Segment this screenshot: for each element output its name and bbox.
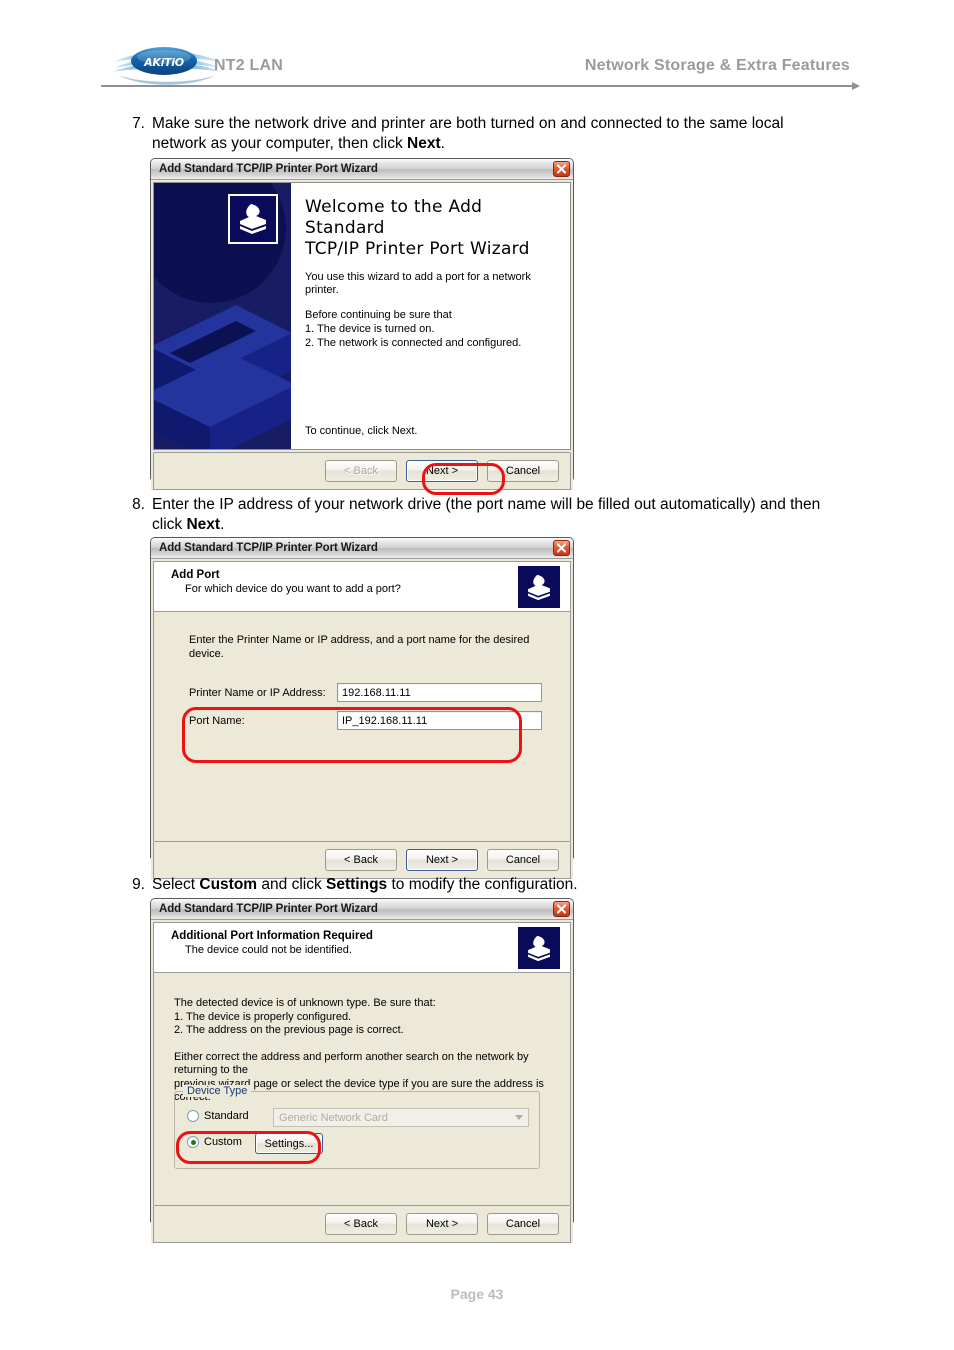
chevron-down-icon[interactable] (511, 1110, 527, 1125)
device-type-label: Device Type (183, 1085, 252, 1097)
close-icon[interactable] (553, 161, 570, 177)
dialog1-title: Add Standard TCP/IP Printer Port Wizard (159, 163, 378, 175)
radio-standard-icon[interactable] (187, 1110, 199, 1122)
dialog2-title: Add Standard TCP/IP Printer Port Wizard (159, 542, 378, 554)
port-name-label: Port Name: (189, 714, 245, 727)
step-9-text: Select Custom and click Settings to modi… (152, 876, 578, 893)
port-name-input[interactable]: IP_192.168.11.11 (337, 711, 542, 730)
dialog1-button-bar: < Back Next > Cancel (153, 452, 571, 490)
close-icon[interactable] (553, 901, 570, 917)
cancel-button[interactable]: Cancel (487, 1213, 559, 1235)
step-9: 9. Select Custom and click Settings to m… (115, 875, 845, 895)
device-type-select[interactable]: Generic Network Card (273, 1108, 529, 1127)
step-8: 8. Enter the IP address of your network … (115, 495, 845, 535)
standard-radio-row[interactable]: Standard (187, 1110, 287, 1122)
custom-label: Custom (204, 1136, 242, 1148)
printer-address-row: Printer Name or IP Address: 192.168.11.1… (189, 683, 542, 702)
welcome-heading: Welcome to the Add Standard TCP/IP Print… (305, 197, 530, 259)
product-name: NT2 LAN (214, 57, 283, 74)
dialog3-button-bar: < Back Next > Cancel (153, 1205, 571, 1243)
header-divider (101, 82, 860, 90)
welcome-artwork (154, 183, 291, 449)
back-button[interactable]: < Back (325, 849, 397, 871)
printer-icon (518, 927, 560, 969)
welcome-continue: To continue, click Next. (305, 425, 418, 437)
dialog3-band-heading: Additional Port Information Required (171, 930, 373, 942)
radio-custom-icon[interactable] (187, 1136, 199, 1148)
dialog2-body: Add Port For which device do you want to… (151, 561, 573, 879)
port-name-row: Port Name: IP_192.168.11.11 (189, 711, 542, 730)
dialog3-title-bar[interactable]: Add Standard TCP/IP Printer Port Wizard (151, 899, 573, 920)
section-title: Network Storage & Extra Features (584, 57, 850, 74)
welcome-text: Welcome to the Add Standard TCP/IP Print… (291, 183, 570, 449)
dialog2-band-heading: Add Port (171, 569, 220, 581)
akitio-logo: AKiTiO (112, 44, 222, 90)
dialog2-instruction: Enter the Printer Name or IP address, an… (189, 634, 530, 660)
dialog2-button-bar: < Back Next > Cancel (153, 841, 571, 879)
printer-icon (518, 566, 560, 608)
dialog-additional-port-info[interactable]: Add Standard TCP/IP Printer Port Wizard … (150, 898, 574, 1243)
standard-label: Standard (204, 1110, 249, 1122)
svg-text:AKiTiO: AKiTiO (143, 56, 184, 69)
dialog-add-port[interactable]: Add Standard TCP/IP Printer Port Wizard … (150, 537, 574, 879)
dialog2-band-sub: For which device do you want to add a po… (185, 583, 401, 595)
dialog1-body: Welcome to the Add Standard TCP/IP Print… (151, 182, 573, 495)
next-button[interactable]: Next > (406, 849, 478, 871)
dialog2-title-bar[interactable]: Add Standard TCP/IP Printer Port Wizard (151, 538, 573, 559)
dialog3-title: Add Standard TCP/IP Printer Port Wizard (159, 903, 378, 915)
next-button[interactable]: Next > (406, 460, 478, 482)
cancel-button[interactable]: Cancel (487, 849, 559, 871)
step-9-number: 9. (132, 876, 145, 893)
page-number: Page 43 (450, 1286, 504, 1302)
page-header: AKiTiO NT2 LAN Network Storage & Extra F… (0, 0, 954, 92)
dialog3-body: Additional Port Information Required The… (151, 922, 573, 1243)
step-7: 7. Make sure the network drive and print… (115, 114, 835, 154)
cancel-button[interactable]: Cancel (487, 460, 559, 482)
printer-address-label: Printer Name or IP Address: (189, 686, 326, 699)
dialog3-para-1: The detected device is of unknown type. … (174, 997, 436, 1036)
welcome-panel: Welcome to the Add Standard TCP/IP Print… (153, 182, 571, 450)
dialog3-main: The detected device is of unknown type. … (153, 973, 571, 1205)
device-type-group: Device Type Standard Generic Network Car… (174, 1085, 540, 1169)
printer-address-input[interactable]: 192.168.11.11 (337, 683, 542, 702)
welcome-intro: You use this wizard to add a port for a … (305, 271, 531, 296)
dialog2-header-band: Add Port For which device do you want to… (153, 561, 571, 612)
next-button[interactable]: Next > (406, 1213, 478, 1235)
step-8-text: Enter the IP address of your network dri… (152, 496, 821, 533)
step-8-number: 8. (132, 496, 145, 513)
welcome-checklist: Before continuing be sure that 1. The de… (305, 309, 522, 349)
dialog1-title-bar[interactable]: Add Standard TCP/IP Printer Port Wizard (151, 159, 573, 180)
device-type-selected-value: Generic Network Card (279, 1111, 388, 1124)
settings-button[interactable]: Settings... (255, 1133, 323, 1154)
close-icon[interactable] (553, 540, 570, 556)
printer-icon (228, 194, 278, 244)
step-7-text: Make sure the network drive and printer … (152, 115, 784, 152)
step-7-number: 7. (132, 115, 145, 132)
dialog-welcome[interactable]: Add Standard TCP/IP Printer Port Wizard (150, 158, 574, 495)
back-button[interactable]: < Back (325, 460, 397, 482)
back-button[interactable]: < Back (325, 1213, 397, 1235)
dialog3-header-band: Additional Port Information Required The… (153, 922, 571, 973)
dialog2-main: Enter the Printer Name or IP address, an… (153, 612, 571, 841)
dialog3-band-sub: The device could not be identified. (185, 944, 352, 956)
